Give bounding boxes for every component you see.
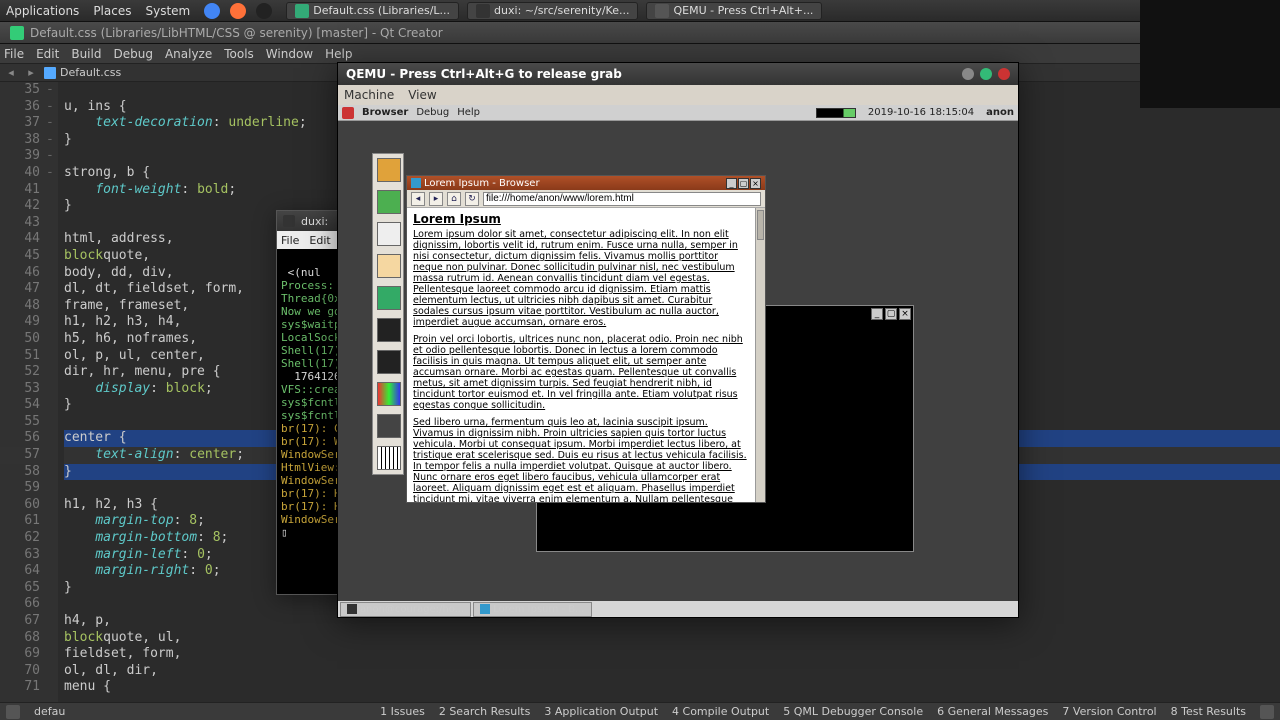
- status-issues[interactable]: 1 Issues: [380, 705, 425, 718]
- css-file-icon: [44, 67, 56, 79]
- open-document-tab[interactable]: Default.css: [44, 66, 121, 79]
- browser-titlebar[interactable]: Lorem Ipsum - Browser _ ▢ ×: [407, 176, 765, 190]
- nav-back-icon[interactable]: ◂: [4, 66, 18, 79]
- status-tests[interactable]: 8 Test Results: [1171, 705, 1246, 718]
- ladybird-icon[interactable]: [342, 107, 354, 119]
- qemu-menu-view[interactable]: View: [408, 88, 436, 102]
- nav-fwd-icon[interactable]: ▸: [24, 66, 38, 79]
- browser-back-icon[interactable]: ◂: [411, 192, 425, 206]
- serenity-guest: Browser Debug Help 2019-10-16 18:15:04 a…: [338, 105, 1018, 617]
- menu-edit[interactable]: Edit: [36, 47, 59, 61]
- launcher-paint-icon[interactable]: [377, 382, 401, 406]
- launcher-settings-icon[interactable]: [377, 350, 401, 374]
- launcher-texteditor-icon[interactable]: [377, 222, 401, 246]
- status-qml[interactable]: 5 QML Debugger Console: [783, 705, 923, 718]
- term-menu-file[interactable]: File: [281, 234, 299, 247]
- serenity-clock: 2019-10-16 18:15:04: [868, 107, 974, 118]
- menu-applications[interactable]: Applications: [6, 4, 79, 18]
- qemu-menubar: Machine View: [338, 85, 1018, 105]
- menu-tools[interactable]: Tools: [224, 47, 254, 61]
- browser-home-icon[interactable]: ⌂: [447, 192, 461, 206]
- page-para-3: Sed libero urna, fermentum quis leo at, …: [413, 417, 747, 502]
- open-document-name: Default.css: [60, 66, 121, 79]
- qemu-close-icon[interactable]: [998, 68, 1010, 80]
- status-vcs[interactable]: 7 Version Control: [1062, 705, 1156, 718]
- qtcreator-app-icon: [10, 26, 24, 40]
- browser-min-icon[interactable]: _: [726, 178, 737, 189]
- menu-places[interactable]: Places: [93, 4, 131, 18]
- browser-max-icon[interactable]: ▢: [738, 178, 749, 189]
- qemu-minimize-icon[interactable]: [962, 68, 974, 80]
- browser-title-text: Lorem Ipsum - Browser: [424, 178, 540, 189]
- status-compile[interactable]: 4 Compile Output: [672, 705, 769, 718]
- terminal-app-icon: [283, 215, 295, 227]
- browser-viewport[interactable]: Lorem Ipsum Lorem ipsum dolor sit amet, …: [407, 208, 755, 502]
- page-para-2: Proin vel orci lobortis, ultrices nunc n…: [413, 334, 743, 411]
- browser-url-input[interactable]: [483, 192, 761, 206]
- win-max-icon[interactable]: ▢: [885, 308, 897, 320]
- launcher-face-icon[interactable]: [377, 254, 401, 278]
- qemu-title-text: QEMU - Press Ctrl+Alt+G to release grab: [346, 67, 622, 81]
- serenity-user: anon: [986, 107, 1014, 118]
- launcher-snake-icon[interactable]: [377, 286, 401, 310]
- launcher-filemanager-icon[interactable]: [377, 158, 401, 182]
- serenity-task-terminal[interactable]: anon@courage:/ho...: [340, 602, 471, 617]
- launcher-terminal-icon[interactable]: [377, 318, 401, 342]
- terminal-title-text: duxi:: [301, 215, 328, 228]
- taskbar-item-terminal[interactable]: duxi: ~/src/serenity/Ke...: [467, 2, 638, 20]
- term-menu-edit[interactable]: Edit: [309, 234, 330, 247]
- launcher-screenshot-icon[interactable]: [377, 414, 401, 438]
- page-para-1: Lorem ipsum dolor sit amet, consectetur …: [413, 229, 738, 328]
- browser-toolbar: ◂ ▸ ⌂ ↻: [407, 190, 765, 208]
- browser-close-icon[interactable]: ×: [750, 178, 761, 189]
- qemu-window[interactable]: QEMU - Press Ctrl+Alt+G to release grab …: [337, 62, 1019, 618]
- gnome-top-panel: Applications Places System Default.css (…: [0, 0, 1280, 22]
- status-close-icon[interactable]: [1260, 705, 1274, 719]
- menu-system[interactable]: System: [145, 4, 190, 18]
- serenity-desktop[interactable]: _ ▢ × L: [338, 121, 1018, 601]
- serenity-menubar: Browser Debug Help 2019-10-16 18:15:04 a…: [338, 105, 1018, 121]
- browser-fwd-icon[interactable]: ▸: [429, 192, 443, 206]
- qtcreator-menubar: File Edit Build Debug Analyze Tools Wind…: [0, 44, 1280, 64]
- qemu-titlebar[interactable]: QEMU - Press Ctrl+Alt+G to release grab: [338, 63, 1018, 85]
- page-heading: Lorem Ipsum: [413, 214, 749, 225]
- qtcreator-titlebar: Default.css (Libraries/LibHTML/CSS @ ser…: [0, 22, 1280, 44]
- serenity-taskbar: anon@courage:/ho... Lorem Ipsum - B...: [338, 601, 1018, 617]
- menu-debug[interactable]: Debug: [113, 47, 152, 61]
- menu-window[interactable]: Window: [266, 47, 313, 61]
- status-appout[interactable]: 3 Application Output: [544, 705, 658, 718]
- menu-help[interactable]: Help: [325, 47, 352, 61]
- terminal-icon[interactable]: [256, 3, 272, 19]
- launcher-grid-icon[interactable]: [377, 190, 401, 214]
- menu-analyze[interactable]: Analyze: [165, 47, 212, 61]
- serenity-app-name: Browser: [362, 107, 408, 118]
- qemu-menu-machine[interactable]: Machine: [344, 88, 394, 102]
- qtcreator-statusbar: defau 1 Issues 2 Search Results 3 Applic…: [0, 702, 1280, 720]
- win-close-icon[interactable]: ×: [899, 308, 911, 320]
- win-min-icon[interactable]: _: [871, 308, 883, 320]
- taskbar-item-qemu[interactable]: QEMU - Press Ctrl+Alt+...: [646, 2, 822, 20]
- audio-meter-icon: [816, 108, 856, 118]
- webcam-overlay: [1140, 0, 1280, 108]
- firefox-icon[interactable]: [230, 3, 246, 19]
- menu-build[interactable]: Build: [71, 47, 101, 61]
- chrome-icon[interactable]: [204, 3, 220, 19]
- browser-reload-icon[interactable]: ↻: [465, 192, 479, 206]
- qtcreator-title-text: Default.css (Libraries/LibHTML/CSS @ ser…: [30, 26, 443, 40]
- serenity-task-browser[interactable]: Lorem Ipsum - B...: [473, 602, 591, 617]
- serenity-menu-debug[interactable]: Debug: [416, 107, 449, 118]
- status-general[interactable]: 6 General Messages: [937, 705, 1048, 718]
- status-search[interactable]: 2 Search Results: [439, 705, 531, 718]
- menu-file[interactable]: File: [4, 47, 24, 61]
- status-left: defau: [34, 705, 65, 718]
- launcher-piano-icon[interactable]: [377, 446, 401, 470]
- mode-icon[interactable]: [6, 705, 20, 719]
- browser-scrollbar[interactable]: [755, 208, 765, 502]
- serenity-launcher: [372, 153, 404, 475]
- browser-app-icon: [411, 178, 421, 188]
- qemu-maximize-icon[interactable]: [980, 68, 992, 80]
- taskbar-item-qtcreator[interactable]: Default.css (Libraries/L...: [286, 2, 459, 20]
- serenity-browser-window[interactable]: Lorem Ipsum - Browser _ ▢ × ◂ ▸ ⌂ ↻ Lore…: [406, 175, 766, 503]
- serenity-menu-help[interactable]: Help: [457, 107, 480, 118]
